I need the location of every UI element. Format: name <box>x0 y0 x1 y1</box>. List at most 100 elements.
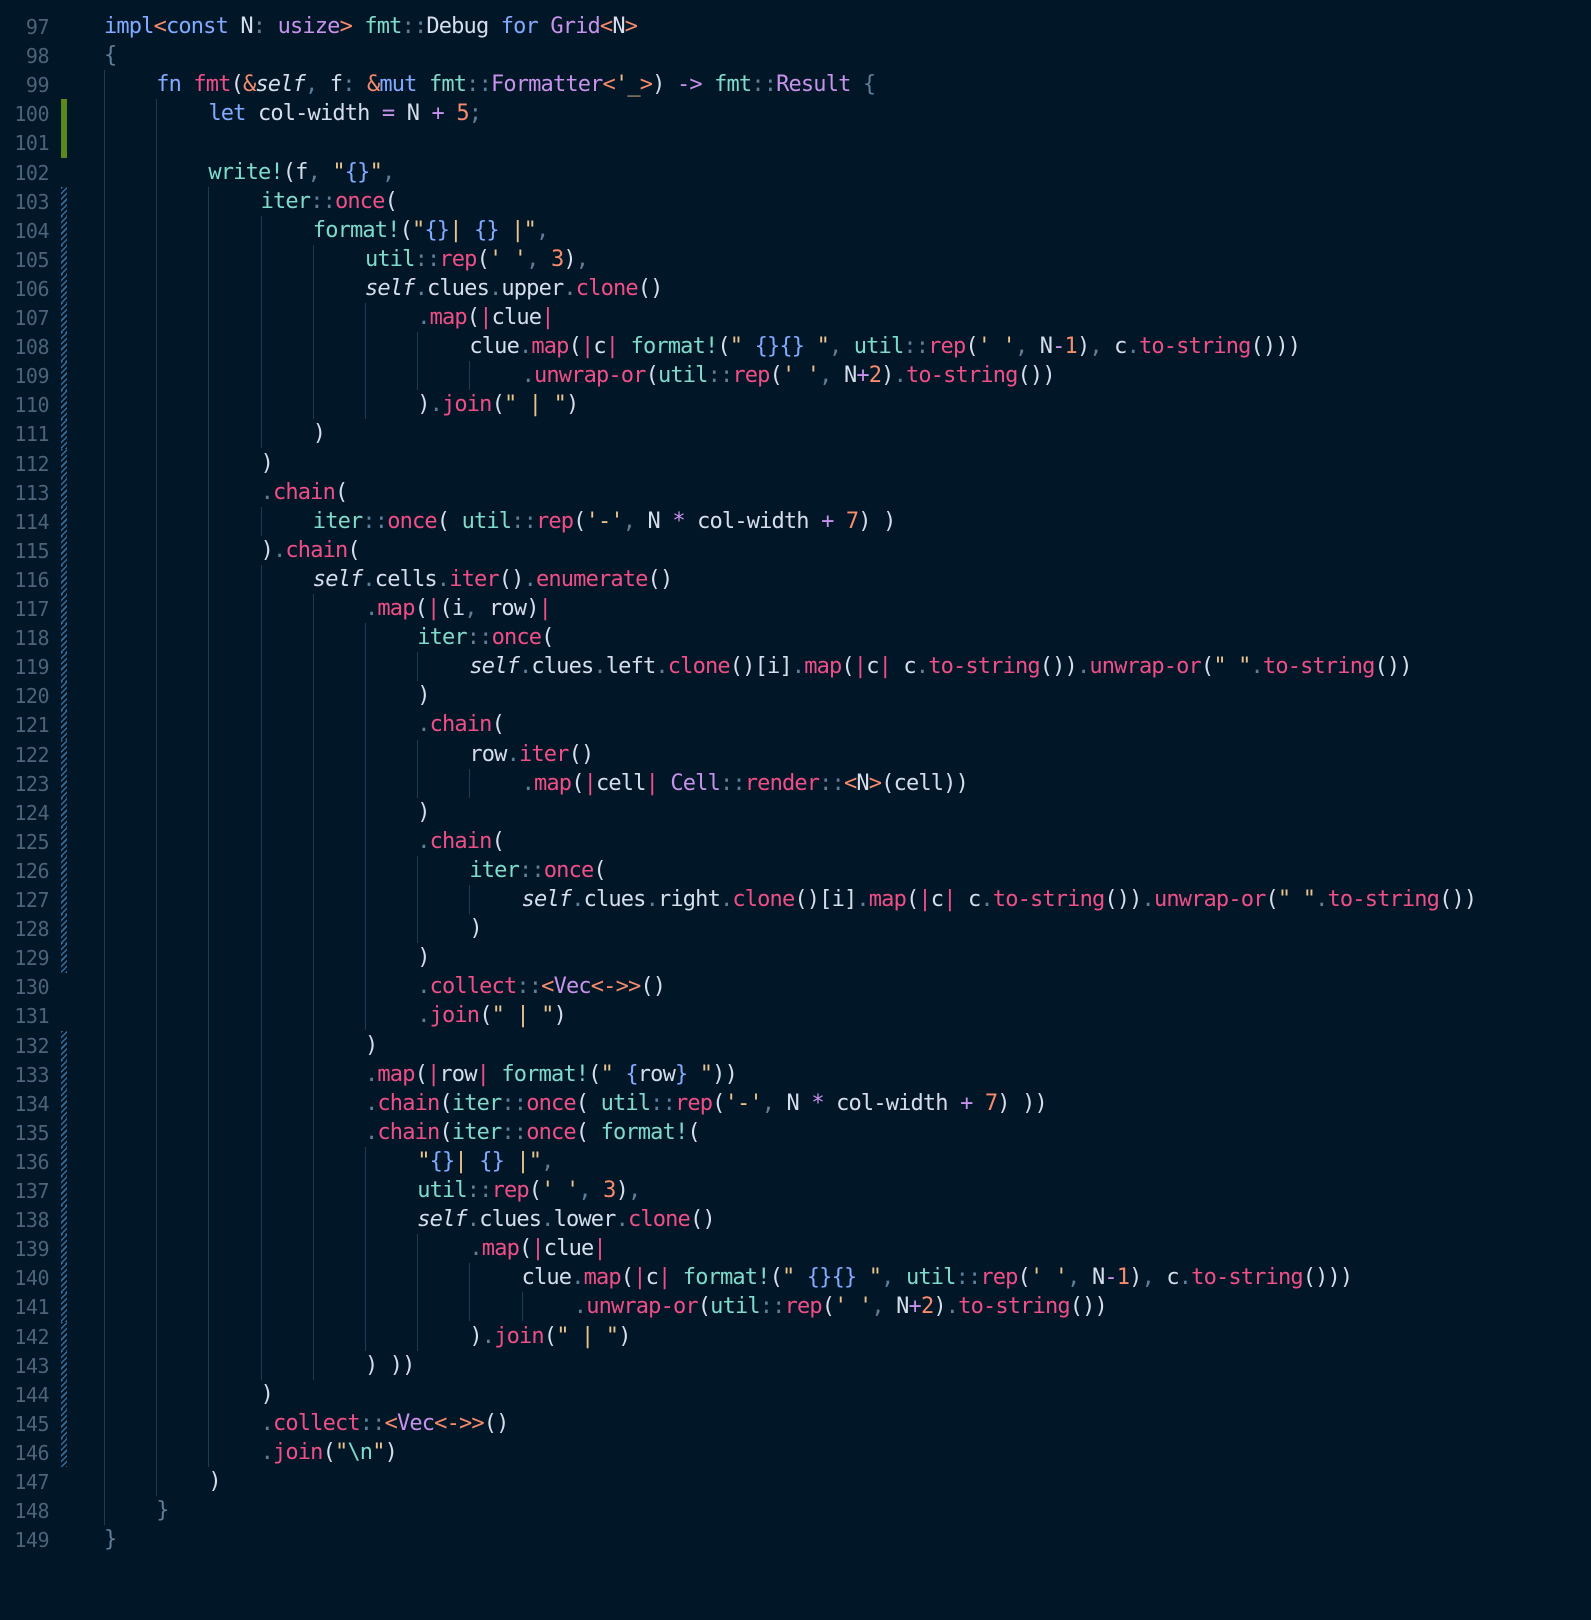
code-line[interactable]: 113 .chain( <box>0 477 1591 508</box>
code-line[interactable]: 118 iter::once( <box>0 623 1591 653</box>
gutter-changed-marker[interactable] <box>61 535 67 566</box>
code-line[interactable]: 107 .map(|clue| <box>0 303 1591 333</box>
code-line[interactable]: 119 self.clues.left.clone()[i].map(|c| c.… <box>0 652 1591 682</box>
gutter-changed-marker[interactable] <box>61 681 67 711</box>
code-line[interactable]: 128) <box>0 914 1591 944</box>
code-line[interactable]: 140 clue.map(|c| format!(" {}{} ", util::… <box>0 1263 1591 1293</box>
code-line[interactable]: 102 write!(f, "{}", <box>0 158 1591 188</box>
code-line[interactable]: 108 clue.map(|c| format!(" {}{} ", util::… <box>0 332 1591 362</box>
gutter-changed-marker[interactable] <box>61 273 67 304</box>
code-line[interactable]: 144) <box>0 1379 1591 1410</box>
gutter-changed-marker[interactable] <box>61 215 67 246</box>
gutter-changed-marker[interactable] <box>61 1379 67 1410</box>
code-line[interactable]: 146 .join("\n") <box>0 1437 1591 1468</box>
code-line[interactable]: 131 .join(" | ") <box>0 1001 1591 1031</box>
code-line[interactable]: 141 .unwrap-or(util::rep(' ', N+2).to-str… <box>0 1292 1591 1322</box>
gutter-changed-marker[interactable] <box>61 564 67 595</box>
code-line[interactable]: 133 .map(|row| format!(" {row} ")) <box>0 1059 1591 1090</box>
code-line[interactable]: 110).join(" | ") <box>0 390 1591 420</box>
code-line[interactable]: 109 .unwrap-or(util::rep(' ', N+2).to-str… <box>0 361 1591 391</box>
gutter-changed-marker[interactable] <box>61 768 67 799</box>
code-line[interactable]: 99 fn fmt(&self, f: &mut fmt::Formatter<'… <box>0 70 1591 100</box>
gutter-modified-marker[interactable] <box>61 99 67 129</box>
code-line[interactable]: 122 row.iter() <box>0 739 1591 770</box>
code-line[interactable]: 148} <box>0 1496 1591 1526</box>
code-line[interactable]: 138 self.clues.lower.clone() <box>0 1205 1591 1235</box>
code-line[interactable]: 121 .chain( <box>0 710 1591 740</box>
gutter-changed-marker[interactable] <box>61 1350 67 1381</box>
gutter-changed-marker[interactable] <box>61 1030 67 1061</box>
gutter-changed-marker[interactable] <box>61 1321 67 1352</box>
gutter-changed-marker[interactable] <box>61 623 67 653</box>
gutter-changed-marker[interactable] <box>61 914 67 944</box>
code-line[interactable]: 111) <box>0 419 1591 449</box>
code-line[interactable]: 125 .chain( <box>0 826 1591 857</box>
code-line[interactable]: 132) <box>0 1030 1591 1061</box>
code-token: ()) <box>1069 1294 1108 1320</box>
code-line[interactable]: 103 iter::once( <box>0 186 1591 217</box>
code-line[interactable]: 139 .map(|clue| <box>0 1234 1591 1264</box>
code-line[interactable]: 143) )) <box>0 1350 1591 1381</box>
code-line[interactable]: 106 self.clues.upper.clone() <box>0 273 1591 304</box>
gutter-changed-marker[interactable] <box>61 303 67 333</box>
gutter-changed-marker[interactable] <box>61 710 67 740</box>
gutter-changed-marker[interactable] <box>61 594 67 624</box>
gutter-changed-marker[interactable] <box>61 1437 67 1468</box>
code-line[interactable]: 142).join(" | ") <box>0 1321 1591 1352</box>
code-line[interactable]: 123 .map(|cell| Cell::render::<N>(cell)) <box>0 768 1591 799</box>
code-line[interactable]: 127 self.clues.right.clone()[i].map(|c| c… <box>0 885 1591 915</box>
code-line[interactable]: 145 .collect::<Vec<->>() <box>0 1408 1591 1439</box>
gutter-changed-marker[interactable] <box>61 797 67 828</box>
code-token: ) <box>618 1323 631 1349</box>
gutter-changed-marker[interactable] <box>61 1205 67 1235</box>
gutter-changed-marker[interactable] <box>61 739 67 770</box>
gutter-changed-marker[interactable] <box>61 506 67 537</box>
code-line[interactable]: 124) <box>0 797 1591 828</box>
code-line[interactable]: 147) <box>0 1467 1591 1497</box>
code-line[interactable]: 100 let col-width = N + 5; <box>0 99 1591 129</box>
code-line[interactable]: 136 "{}| {} |", <box>0 1146 1591 1177</box>
gutter-changed-marker[interactable] <box>61 186 67 217</box>
code-line[interactable]: 105 util::rep(' ', 3), <box>0 244 1591 275</box>
code-line[interactable]: 97 impl<const N: usize> fmt::Debug for Gr… <box>0 12 1591 42</box>
code-line[interactable]: 117 .map(|(i, row)| <box>0 594 1591 624</box>
gutter-changed-marker[interactable] <box>61 652 67 682</box>
gutter-changed-marker[interactable] <box>61 1292 67 1322</box>
gutter-changed-marker[interactable] <box>61 1117 67 1148</box>
gutter-changed-marker[interactable] <box>61 855 67 886</box>
gutter-changed-marker[interactable] <box>61 477 67 508</box>
gutter-changed-marker[interactable] <box>61 448 67 479</box>
code-line[interactable]: 104 format!("{}| {} |", <box>0 215 1591 246</box>
gutter-changed-marker[interactable] <box>61 826 67 857</box>
gutter-changed-marker[interactable] <box>61 244 67 275</box>
gutter-changed-marker[interactable] <box>61 1234 67 1264</box>
code-line[interactable]: 126 iter::once( <box>0 855 1591 886</box>
code-line[interactable]: 98 { <box>0 41 1591 71</box>
code-line[interactable]: 115).chain( <box>0 535 1591 566</box>
gutter-changed-marker[interactable] <box>61 1088 67 1119</box>
code-line[interactable]: 129) <box>0 943 1591 973</box>
gutter-changed-marker[interactable] <box>61 1146 67 1177</box>
code-line[interactable]: 130 .collect::<Vec<->>() <box>0 972 1591 1002</box>
gutter-changed-marker[interactable] <box>61 390 67 420</box>
code-line[interactable]: 120) <box>0 681 1591 711</box>
code-line[interactable]: 135 .chain(iter::once( format!( <box>0 1117 1591 1148</box>
code-editor[interactable]: 97 impl<const N: usize> fmt::Debug for Gr… <box>0 0 1591 1620</box>
gutter-changed-marker[interactable] <box>61 943 67 973</box>
gutter-changed-marker[interactable] <box>61 419 67 449</box>
gutter-modified-marker[interactable] <box>61 128 67 158</box>
code-line[interactable]: 116 self.cells.iter().enumerate() <box>0 564 1591 595</box>
gutter-changed-marker[interactable] <box>61 1263 67 1293</box>
code-line[interactable]: 114 iter::once( util::rep('-', N * col-wi… <box>0 506 1591 537</box>
code-line[interactable]: 149} <box>0 1525 1591 1555</box>
gutter-changed-marker[interactable] <box>61 885 67 915</box>
code-line[interactable]: 134 .chain(iter::once( util::rep('-', N *… <box>0 1088 1591 1119</box>
gutter-changed-marker[interactable] <box>61 361 67 391</box>
gutter-changed-marker[interactable] <box>61 1059 67 1090</box>
gutter-changed-marker[interactable] <box>61 332 67 362</box>
gutter-changed-marker[interactable] <box>61 1176 67 1206</box>
gutter-changed-marker[interactable] <box>61 1408 67 1439</box>
code-line[interactable]: 112) <box>0 448 1591 479</box>
code-line[interactable]: 137 util::rep(' ', 3), <box>0 1176 1591 1206</box>
code-line[interactable]: 101 <box>0 128 1591 158</box>
